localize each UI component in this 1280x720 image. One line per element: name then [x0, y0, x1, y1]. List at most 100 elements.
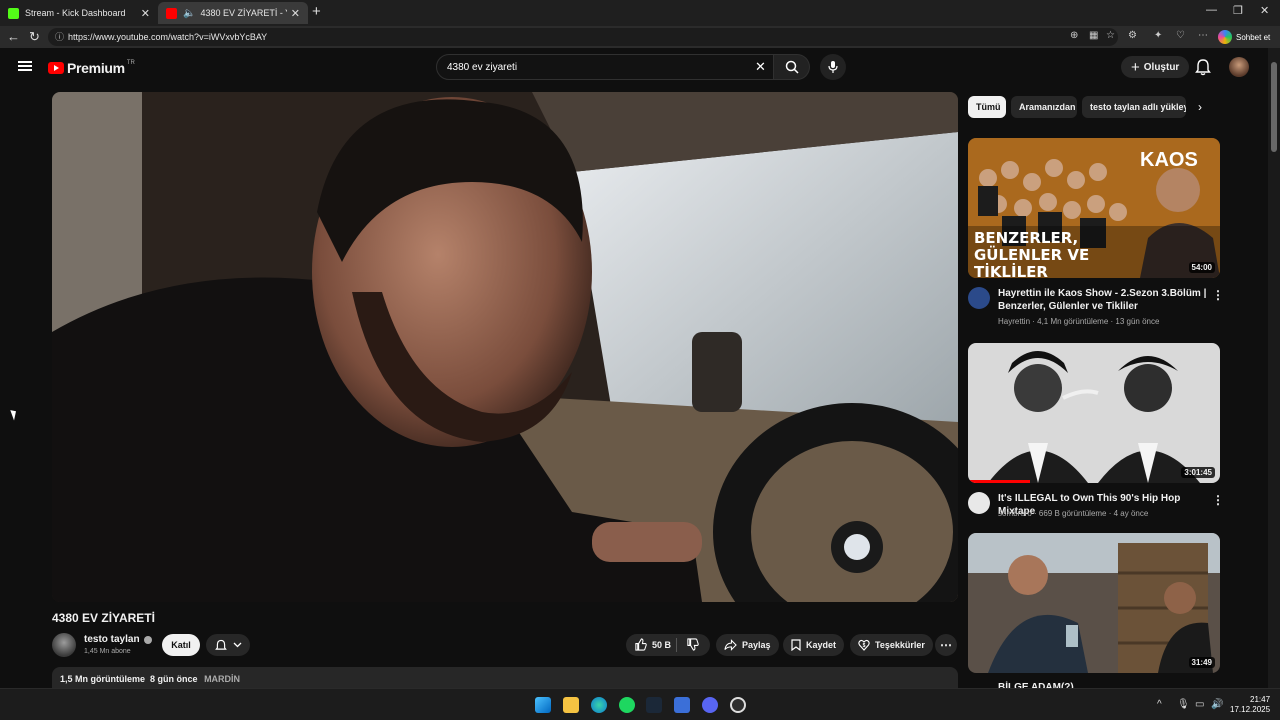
- scrollbar-thumb[interactable]: [1271, 62, 1277, 152]
- extensions-icon[interactable]: ⚙: [1128, 30, 1137, 41]
- bell-icon: [214, 639, 227, 650]
- file-explorer-icon[interactable]: [563, 697, 579, 713]
- favorites-icon[interactable]: ✦: [1154, 30, 1162, 41]
- edge-browser-icon[interactable]: [591, 697, 607, 713]
- site-info-icon[interactable]: ⓘ: [55, 28, 64, 46]
- url-field[interactable]: ⓘ https://www.youtube.com/watch?v=iWVxvb…: [48, 28, 1118, 46]
- youtube-icon: [166, 7, 177, 19]
- chip-uploader[interactable]: testo taylan adlı yükleyici: [1082, 96, 1186, 118]
- youtube-logo[interactable]: Premium TR: [48, 60, 135, 76]
- chip-from-search[interactable]: Aramanızdan: [1011, 96, 1077, 118]
- close-tab-icon[interactable]: ✕: [291, 7, 300, 20]
- thumbnail-image: [968, 343, 1220, 483]
- plus-icon: +: [1131, 58, 1140, 76]
- voice-search-button[interactable]: [820, 54, 846, 80]
- reload-icon[interactable]: ↻: [29, 29, 40, 45]
- channel-avatar[interactable]: [52, 633, 76, 657]
- system-clock[interactable]: 21:47 17.12.2025: [1230, 695, 1270, 715]
- video-thumbnail[interactable]: KAOS BENZERLER, GÜLENLER VE TİKLİLER 54:…: [968, 138, 1220, 278]
- youtube-play-icon: [48, 62, 64, 74]
- browser-essentials-icon[interactable]: ♡: [1176, 30, 1185, 41]
- close-tab-icon[interactable]: ✕: [141, 7, 150, 20]
- video-location[interactable]: MARDİN: [204, 674, 240, 684]
- favorite-star-icon[interactable]: ☆: [1106, 30, 1115, 41]
- copilot-chat-button[interactable]: Sohbet et: [1218, 29, 1270, 45]
- recommendation-item[interactable]: 3:01:45 It's ILLEGAL to Own This 90's Hi…: [968, 343, 1224, 523]
- recommendation-item[interactable]: 31:49 BİLGE ADAM(?): [968, 533, 1220, 693]
- thanks-label: Teşekkürler: [875, 640, 925, 650]
- speaker-icon[interactable]: 🔈: [183, 8, 195, 19]
- save-button[interactable]: Kaydet: [783, 634, 845, 656]
- more-options-icon[interactable]: ⋮: [1212, 288, 1224, 302]
- like-count: 50 B: [652, 639, 672, 650]
- app-icon[interactable]: [674, 697, 690, 713]
- thumb-logo: KAOS: [1140, 149, 1198, 171]
- video-thumbnail[interactable]: 31:49: [968, 533, 1220, 673]
- mouse-cursor: [10, 408, 19, 421]
- search-box[interactable]: ✕: [436, 54, 774, 80]
- clear-search-icon[interactable]: ✕: [755, 59, 766, 75]
- chevron-right-icon[interactable]: ›: [1198, 100, 1202, 114]
- microphone-icon[interactable]: 🎙: [1177, 699, 1190, 710]
- channel-name[interactable]: Hayrettin: [998, 317, 1030, 326]
- back-icon[interactable]: ←: [7, 29, 20, 44]
- search-input[interactable]: [447, 59, 747, 75]
- channel-avatar[interactable]: [968, 287, 990, 309]
- tab-label: Stream - Kick Dashboard: [25, 8, 126, 18]
- logo-text: Premium: [67, 60, 125, 76]
- app-icon[interactable]: ▦: [1089, 30, 1098, 41]
- create-label: Oluştur: [1143, 61, 1180, 73]
- volume-icon[interactable]: 🔊: [1211, 699, 1223, 710]
- thanks-button[interactable]: $ Teşekkürler: [850, 634, 933, 656]
- channel-avatar[interactable]: [968, 492, 990, 514]
- translate-icon[interactable]: ⊕: [1070, 30, 1078, 41]
- subscription-notification-button[interactable]: [206, 634, 250, 656]
- start-menu-icon[interactable]: [535, 697, 551, 713]
- chip-all[interactable]: Tümü: [968, 96, 1006, 118]
- view-count: 4,1 Mn görüntüleme: [1037, 317, 1109, 326]
- notifications-bell-icon[interactable]: [1195, 58, 1211, 76]
- channel-name-row[interactable]: testo taylan: [84, 634, 152, 645]
- kick-icon: [8, 7, 19, 19]
- menu-icon[interactable]: [18, 61, 32, 71]
- video-player[interactable]: [52, 92, 958, 602]
- thumbnail-image: [968, 533, 1220, 673]
- more-menu-icon[interactable]: ⋯: [1198, 30, 1208, 41]
- new-tab-button[interactable]: +: [312, 3, 321, 20]
- create-button[interactable]: + Oluştur: [1121, 56, 1190, 78]
- network-icon[interactable]: ▭: [1195, 699, 1204, 710]
- country-code: TR: [126, 60, 135, 66]
- video-title: 4380 EV ZİYARETİ: [52, 611, 155, 625]
- app-icon[interactable]: [730, 697, 746, 713]
- video-duration: 54:00: [1188, 262, 1215, 273]
- account-avatar[interactable]: [1229, 57, 1249, 77]
- like-button[interactable]: 50 B: [634, 638, 671, 651]
- subscriber-count: 1,45 Mn abone: [84, 648, 131, 655]
- like-divider: [676, 638, 677, 652]
- search-button[interactable]: [774, 54, 810, 80]
- channel-name[interactable]: sombrero: [998, 509, 1032, 518]
- share-button[interactable]: Paylaş: [716, 634, 779, 656]
- thumbs-down-icon[interactable]: [686, 638, 699, 651]
- more-actions-button[interactable]: ⋯: [935, 634, 957, 656]
- minimize-button[interactable]: —: [1206, 4, 1217, 16]
- address-bar-row: ← ↻ ⓘ https://www.youtube.com/watch?v=iW…: [0, 26, 1280, 48]
- channel-name[interactable]: testo taylan: [84, 634, 140, 645]
- upload-age: 13 gün önce: [1115, 317, 1160, 326]
- more-options-icon[interactable]: ⋮: [1212, 493, 1224, 507]
- close-window-button[interactable]: ✕: [1260, 4, 1269, 17]
- spotify-icon[interactable]: [619, 697, 635, 713]
- maximize-button[interactable]: ❐: [1233, 4, 1243, 17]
- steam-icon[interactable]: [646, 697, 662, 713]
- chevron-up-icon[interactable]: ^: [1157, 699, 1162, 710]
- video-thumbnail[interactable]: 3:01:45: [968, 343, 1220, 483]
- tab-youtube[interactable]: 🔈 4380 EV ZİYARETİ - YouTube ✕: [158, 2, 308, 24]
- video-title[interactable]: Hayrettin ile Kaos Show - 2.Sezon 3.Bölü…: [998, 287, 1208, 313]
- chat-button-label: Sohbet et: [1236, 32, 1271, 42]
- url-text: https://www.youtube.com/watch?v=iWVxvbYc…: [68, 32, 268, 42]
- page-scrollbar[interactable]: [1268, 48, 1280, 688]
- discord-icon[interactable]: [702, 697, 718, 713]
- recommendation-item[interactable]: KAOS BENZERLER, GÜLENLER VE TİKLİLER 54:…: [968, 138, 1224, 328]
- join-button[interactable]: Katıl: [162, 634, 200, 656]
- tab-kick-dashboard[interactable]: Stream - Kick Dashboard ✕: [0, 2, 158, 24]
